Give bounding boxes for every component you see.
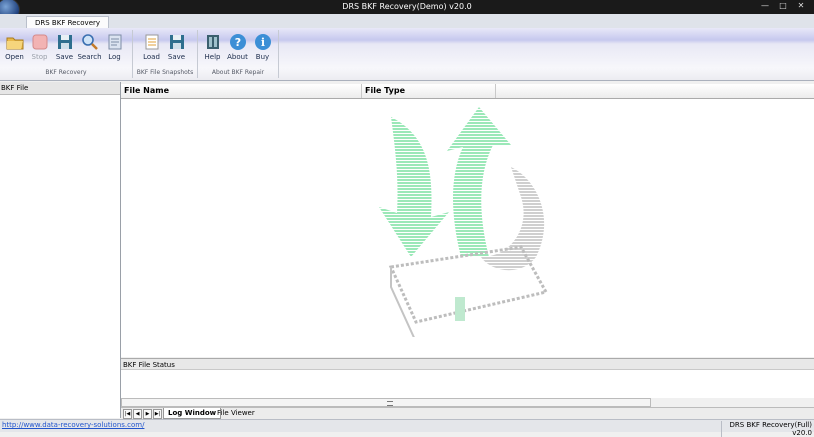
file-list-header: File Name File Type [121, 84, 814, 99]
bkf-file-tree-panel[interactable]: BKF File [0, 82, 121, 418]
folder-open-icon [6, 37, 23, 50]
about-icon: ? [229, 34, 246, 50]
window-title: DRS BKF Recovery(Demo) v20.0 [342, 2, 472, 11]
website-link[interactable]: http://www.data-recovery-solutions.com/ [2, 421, 144, 429]
log-button[interactable]: Log [102, 31, 127, 65]
stop-button[interactable]: Stop [27, 31, 52, 65]
status-bar: http://www.data-recovery-solutions.com/ … [0, 419, 814, 437]
search-label: Search [77, 53, 102, 61]
floppy-save-icon [169, 35, 184, 49]
svg-text:?: ? [234, 36, 240, 49]
column-file-name[interactable]: File Name [121, 84, 362, 98]
minimize-icon[interactable]: — [758, 1, 772, 11]
ribbon-tabstrip: DRS BKF Recovery [0, 14, 814, 29]
close-icon[interactable]: ✕ [794, 1, 808, 11]
group-caption: BKF File Snapshots [136, 69, 194, 76]
tab-file-viewer[interactable]: File Viewer [213, 408, 259, 418]
bkf-file-header: BKF File [0, 82, 120, 95]
snapshot-save-label: Save [167, 53, 186, 61]
buy-button[interactable]: i Buy [250, 31, 275, 65]
stop-icon [32, 34, 47, 50]
file-list[interactable] [121, 99, 814, 357]
group-caption: About BKF Repair [211, 69, 265, 76]
save-button[interactable]: Save [52, 31, 77, 65]
group-bkf-recovery: Open Stop Save Search Log BKF Recovery [0, 30, 133, 78]
save-label: Save [55, 53, 74, 61]
group-about-bkf-repair: Help ? About i Buy About BKF Repair [198, 30, 279, 78]
help-label: Help [204, 53, 221, 61]
group-caption: BKF Recovery [45, 69, 87, 76]
magnifier-icon [81, 34, 98, 50]
column-file-type[interactable]: File Type [362, 84, 496, 98]
load-label: Load [143, 53, 160, 61]
ribbon: Open Stop Save Search Log BKF Recovery L… [0, 28, 814, 81]
horizontal-scrollbar[interactable] [121, 398, 651, 407]
log-label: Log [108, 53, 121, 61]
group-bkf-file-snapshots: Load Save BKF File Snapshots [133, 30, 198, 78]
scrollbar-grip-icon[interactable] [387, 401, 393, 406]
buy-label: Buy [255, 53, 270, 61]
recovery-logo-icon [379, 107, 549, 337]
bottom-tab-strip: |◀ ◀ ▶ ▶| Log Window File Viewer [121, 407, 814, 419]
load-button[interactable]: Load [139, 31, 164, 65]
open-button[interactable]: Open [2, 31, 27, 65]
floppy-save-icon [57, 35, 72, 49]
help-button[interactable]: Help [200, 31, 225, 65]
svg-text:i: i [260, 36, 264, 49]
help-icon [206, 35, 219, 49]
about-label: About [227, 53, 248, 61]
about-button[interactable]: ? About [225, 31, 250, 65]
info-icon: i [254, 34, 271, 50]
last-tab-icon[interactable]: ▶| [153, 409, 162, 419]
load-icon [145, 34, 158, 50]
prev-tab-icon[interactable]: ◀ [133, 409, 142, 419]
version-status: DRS BKF Recovery(Full) v20.0 [721, 421, 814, 437]
first-tab-icon[interactable]: |◀ [123, 409, 132, 419]
open-label: Open [5, 53, 24, 61]
title-bar: DRS BKF Recovery(Demo) v20.0 — □ ✕ [0, 0, 814, 22]
bkf-file-status-panel[interactable] [121, 370, 814, 398]
bkf-file-status-header: BKF File Status [121, 358, 814, 370]
maximize-icon[interactable]: □ [776, 1, 790, 11]
snapshot-save-button[interactable]: Save [164, 31, 189, 65]
search-button[interactable]: Search [77, 31, 102, 65]
next-tab-icon[interactable]: ▶ [143, 409, 152, 419]
stop-label: Stop [31, 53, 48, 61]
log-icon [108, 34, 121, 50]
window-controls: — □ ✕ [758, 1, 808, 11]
